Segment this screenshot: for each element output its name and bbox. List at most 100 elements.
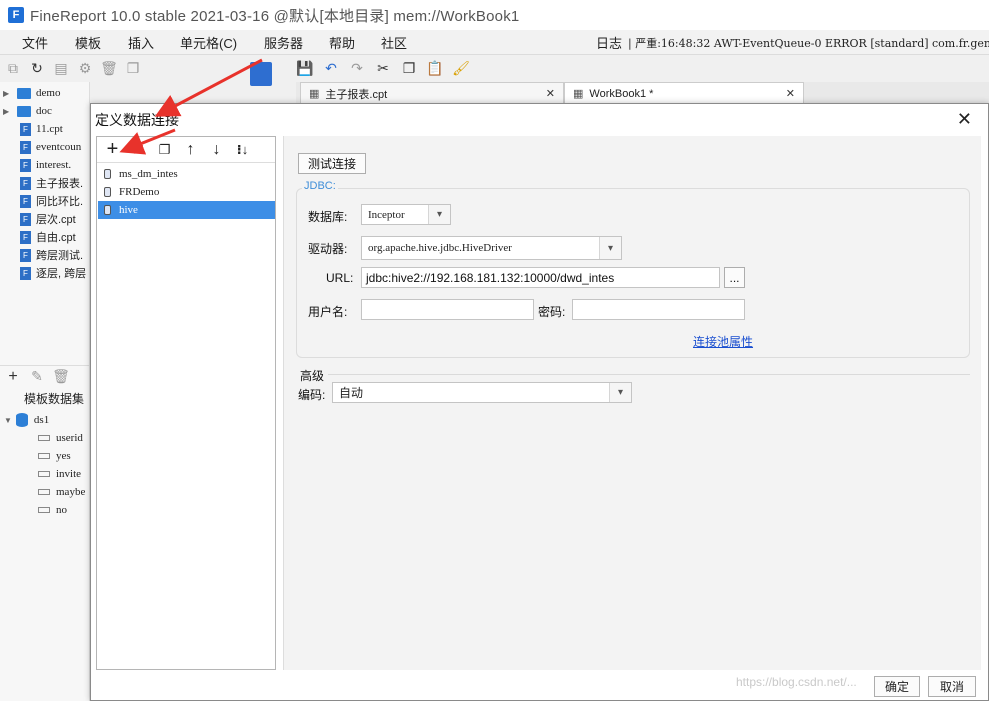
paste-icon[interactable]: 📋	[426, 59, 444, 77]
tab-main-sub-report[interactable]: ▦ 主子报表.cpt ✕	[300, 82, 564, 104]
collapse-arrow-icon[interactable]: ▼	[4, 416, 12, 425]
log-label[interactable]: 日志	[596, 33, 622, 52]
file-label: 逐层, 跨层	[36, 268, 87, 280]
expand-arrow-icon[interactable]: ▶	[3, 89, 13, 98]
menu-template[interactable]: 模板	[75, 33, 101, 52]
cpt-file-icon: F	[20, 122, 31, 136]
settings-icon[interactable]: ⚙	[76, 59, 94, 77]
chevron-down-icon[interactable]: ▾	[609, 383, 631, 402]
tab-workbook1[interactable]: ▦ WorkBook1 * ✕	[564, 82, 804, 104]
column-label: invite	[56, 468, 82, 480]
password-label: 密码:	[538, 305, 566, 319]
connection-item[interactable]: FRDemo	[98, 183, 275, 201]
file-label: 自由.cpt	[36, 232, 76, 244]
finereport-logo-icon: F	[8, 7, 24, 23]
chevron-down-icon[interactable]: ▾	[428, 205, 450, 224]
username-input[interactable]	[361, 299, 534, 320]
add-dataset-icon[interactable]: +	[4, 368, 22, 386]
close-icon[interactable]: ✕	[786, 87, 795, 100]
menu-server[interactable]: 服务器	[264, 33, 303, 52]
ok-button[interactable]: 确定	[874, 676, 920, 697]
dataset-toolbar: + ✎ 🗑	[0, 365, 90, 387]
dataset-node[interactable]: ▼ ds1	[4, 411, 49, 429]
add-icon[interactable]: +	[104, 138, 121, 160]
connection-label: hive	[119, 204, 138, 216]
column-label: yes	[56, 450, 71, 462]
menu-insert[interactable]: 插入	[128, 33, 154, 52]
connection-pool-link[interactable]: 连接池属性	[693, 333, 753, 350]
dataset-panel-icon[interactable]	[250, 62, 272, 86]
connection-item-selected[interactable]: hive	[98, 201, 275, 219]
connection-icon	[104, 187, 111, 197]
column-node[interactable]: userid	[38, 429, 83, 447]
format-brush-icon[interactable]: 🖌	[452, 59, 470, 77]
delete-icon[interactable]: 🗑	[52, 368, 70, 386]
menu-cell[interactable]: 单元格(C)	[180, 33, 237, 52]
tab-label: WorkBook1 *	[589, 87, 654, 100]
menu-file[interactable]: 文件	[22, 33, 48, 52]
cancel-button[interactable]: 取消	[928, 676, 976, 697]
undo-icon[interactable]: ↶	[322, 59, 340, 77]
column-node[interactable]: no	[38, 501, 67, 519]
tree-file[interactable]: F 逐层, 跨层	[0, 264, 86, 282]
test-connection-button[interactable]: 测试连接	[298, 153, 366, 174]
column-node[interactable]: invite	[38, 465, 81, 483]
tree-file[interactable]: F 11.cpt	[0, 120, 63, 138]
menu-help[interactable]: 帮助	[329, 33, 355, 52]
password-input[interactable]	[572, 299, 745, 320]
refresh-icon[interactable]: ↻	[28, 59, 46, 77]
tree-file[interactable]: F 跨层测试.	[0, 246, 83, 264]
tree-file[interactable]: F 层次.cpt	[0, 210, 76, 228]
tree-file[interactable]: F 主子报表.	[0, 174, 83, 192]
encoding-value: 自动	[339, 386, 364, 400]
close-icon[interactable]: ✕	[957, 109, 972, 130]
encoding-select[interactable]: 自动 ▾	[332, 382, 632, 403]
tree-file[interactable]: F 同比环比.	[0, 192, 83, 210]
cut-icon[interactable]: ✂	[374, 59, 392, 77]
delete-icon[interactable]: ✕	[130, 141, 147, 159]
column-node[interactable]: maybe	[38, 483, 85, 501]
tree-file[interactable]: Feventcoun	[0, 138, 81, 156]
copy-icon[interactable]: ❐	[124, 59, 142, 77]
jdbc-group-label: JDBC:	[302, 180, 338, 192]
new-folder-icon[interactable]: ⧉	[4, 59, 22, 77]
database-label: 数据库:	[308, 210, 348, 224]
cpt-file-icon: F	[20, 176, 31, 190]
column-icon	[38, 507, 50, 513]
connection-item[interactable]: ms_dm_intes	[98, 165, 275, 183]
open-icon[interactable]: ▤	[52, 59, 70, 77]
tree-file[interactable]: F 自由.cpt	[0, 228, 76, 246]
tree-folder[interactable]: ▶ demo	[0, 84, 60, 102]
define-data-connection-dialog: 定义数据连接 ✕ + ✕ ❐ ↑ ↓ ⁝↓ ms_dm_intes FRDemo…	[90, 103, 989, 701]
tree-folder[interactable]: ▶ doc	[0, 102, 52, 120]
save-icon[interactable]: 💾	[296, 59, 314, 77]
close-icon[interactable]: ✕	[546, 87, 555, 100]
cpt-file-icon: F	[20, 158, 31, 172]
chevron-down-icon[interactable]: ▾	[599, 237, 621, 259]
template-toolbar: ⧉ ↻ ▤ ⚙ 🗑 ❐	[0, 56, 228, 80]
database-value: Inceptor	[368, 208, 405, 221]
tab-bar: ▦ 主子报表.cpt ✕ ▦ WorkBook1 * ✕	[296, 82, 989, 104]
column-node[interactable]: yes	[38, 447, 71, 465]
move-down-icon[interactable]: ↓	[208, 141, 225, 158]
column-icon	[38, 435, 50, 441]
menu-community[interactable]: 社区	[381, 33, 407, 52]
tree-file[interactable]: Finterest.	[0, 156, 71, 174]
database-select[interactable]: Inceptor ▾	[361, 204, 451, 225]
driver-select[interactable]: org.apache.hive.jdbc.HiveDriver ▾	[361, 236, 622, 260]
copy-icon[interactable]: ❐	[156, 141, 173, 158]
column-icon	[38, 471, 50, 477]
expand-arrow-icon[interactable]: ▶	[3, 107, 13, 116]
delete-icon[interactable]: 🗑	[100, 59, 118, 77]
move-up-icon[interactable]: ↑	[182, 141, 199, 158]
sort-icon[interactable]: ⁝↓	[234, 141, 251, 158]
file-label: eventcoun	[36, 141, 82, 153]
app-titlebar: F FineReport 10.0 stable 2021-03-16 @默认[…	[0, 0, 989, 30]
log-message: | 严重:16:48:32 AWT-EventQueue-0 ERROR [st…	[628, 36, 989, 50]
connection-settings-panel: 测试连接 JDBC: 数据库: Inceptor ▾ 驱动器: org.apac…	[283, 136, 981, 670]
redo-icon[interactable]: ↷	[348, 59, 366, 77]
copy-icon[interactable]: ❐	[400, 59, 418, 77]
url-input[interactable]: jdbc:hive2://192.168.181.132:10000/dwd_i…	[361, 267, 720, 288]
url-browse-button[interactable]: ...	[724, 267, 745, 288]
edit-icon[interactable]: ✎	[28, 368, 46, 386]
